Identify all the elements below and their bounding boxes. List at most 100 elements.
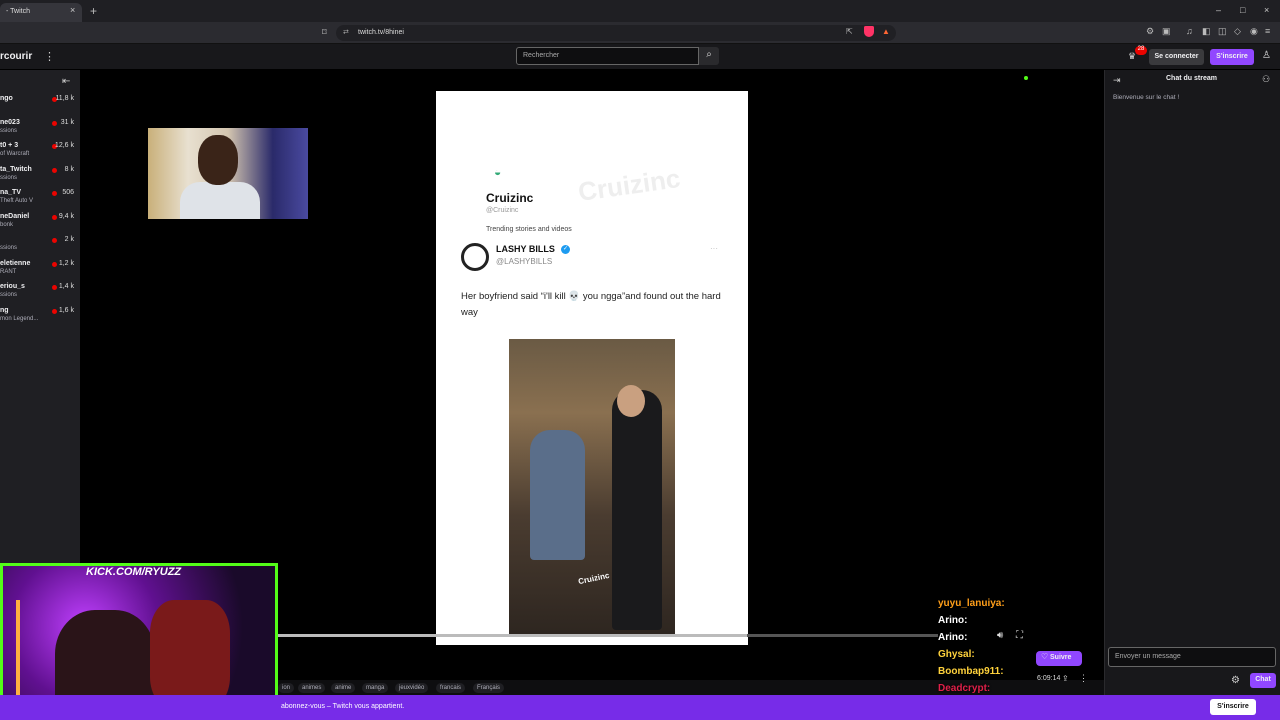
collapse-chat-icon[interactable]: ⇥ (1113, 75, 1121, 86)
channel-name: eriou_s (0, 283, 25, 290)
viewer-count: 1,2 k (58, 259, 74, 267)
search-input[interactable]: Rechercher (516, 47, 699, 65)
overlay-chat-message: Arino: (938, 632, 968, 643)
minimize-icon[interactable]: – (1216, 5, 1221, 15)
overlay-chat-message: Arino: (938, 615, 968, 626)
tweet-video (612, 390, 662, 630)
sidebar-channel[interactable]: ng mon Legend... 1,6 k (0, 307, 80, 330)
sidebar-channel[interactable]: ne023 ssions 31 k (0, 119, 80, 142)
follow-label: Suivre (1050, 654, 1072, 661)
viewer-count: 1,6 k (58, 306, 74, 314)
streamer-webcam (180, 182, 260, 219)
share-icon[interactable]: ⇪ (1062, 674, 1069, 683)
sidebar-channel[interactable]: t0 + 3 of Warcraft 12,6 k (0, 142, 80, 165)
live-dot (52, 120, 57, 126)
channel-name: eletienne (0, 259, 31, 267)
new-tab-icon[interactable]: + (90, 4, 97, 18)
tweet-author-avatar (461, 243, 489, 271)
search-icon[interactable]: ⌕ (699, 47, 719, 65)
channel-name: ne023 (0, 118, 20, 126)
more-options-icon[interactable]: ⋮ (1079, 673, 1088, 684)
live-dot (52, 261, 57, 267)
live-indicator (1024, 76, 1028, 80)
channel-category: mon Legend... (0, 315, 39, 322)
extension-icon[interactable]: ◇ (1234, 26, 1241, 37)
tweet-video (617, 385, 645, 417)
channel-category: ssions (0, 174, 18, 181)
browse-link[interactable]: rcourir (0, 51, 32, 62)
viewer-count: 11,8 k (55, 95, 74, 102)
tab-title: - Twitch (6, 8, 30, 15)
menu-icon[interactable]: ≡ (1265, 26, 1270, 36)
rewards-icon[interactable]: ▲ (882, 27, 890, 36)
sidebar-channel[interactable]: na_TV Theft Auto V 506 (0, 189, 80, 212)
extension-icon[interactable]: ◫ (1218, 26, 1227, 37)
stream-tag[interactable]: manga (362, 683, 389, 693)
overlay-chat-message: Ghysal: (938, 649, 975, 660)
chat-title: Chat du stream (1166, 75, 1217, 82)
viewer-count: 31 k (60, 118, 74, 126)
tweet-brand-name: Cruizinc (486, 191, 534, 205)
vpn-icon[interactable]: ◉ (1250, 26, 1258, 37)
sidebar-channel[interactable]: ngo 11,8 k (0, 95, 80, 118)
url-field[interactable]: twitch.tv/8hinei (336, 25, 896, 41)
volume-icon[interactable]: 🔊︎ (997, 630, 1003, 641)
seek-bar-progress (278, 634, 747, 637)
sidebar-channel[interactable]: eletienne RANT 1,2 k (0, 260, 80, 283)
tweet-more-icon: ··· (710, 244, 718, 253)
stream-tag[interactable]: anime (331, 683, 356, 693)
sidebar-channel[interactable]: ta_Twitch ssions 8 k (0, 166, 80, 189)
share-icon[interactable]: ⇱ (846, 27, 853, 36)
channel-name: t0 + 3 (0, 142, 19, 149)
verified-check-icon: ✓ (561, 245, 570, 254)
chat-input[interactable]: Envoyer un message (1108, 647, 1276, 667)
channel-name: na_TV (0, 189, 22, 196)
site-info-icon[interactable]: ⇄ (343, 28, 349, 36)
ufo-logo-icon: ◒ (494, 165, 502, 179)
stream-tag[interactable]: francais (436, 683, 466, 693)
more-options-icon[interactable]: ⋮ (44, 50, 55, 63)
chat-users-icon[interactable]: ⚇ (1262, 74, 1270, 85)
chat-settings-icon[interactable]: ⚙ (1231, 675, 1240, 686)
channel-category: ssions (0, 245, 18, 251)
stream-uptime: 6:09:14 (1037, 675, 1061, 682)
banner-signup-button[interactable]: S'inscrire (1210, 699, 1256, 715)
channel-category: RANT (0, 268, 17, 275)
live-dot (52, 308, 57, 314)
channel-category: ssions (0, 292, 18, 298)
stream-tag[interactable]: ion (278, 683, 295, 693)
channel-name: ta_Twitch (0, 165, 32, 173)
channel-name: ng (0, 306, 9, 314)
stream-tag[interactable]: jeuxvidéo (395, 683, 429, 693)
bookmark-icon[interactable]: ⌑ (322, 27, 327, 38)
close-window-icon[interactable]: × (1264, 5, 1269, 15)
sidebar-channel[interactable]: neDaniel bonk 9,4 k (0, 213, 80, 236)
tweet-tagline: Trending stories and videos (486, 226, 572, 233)
fullscreen-icon[interactable]: ⛶ (1016, 630, 1023, 641)
sidebar-channel[interactable]: eriou_s ssions 1,4 k (0, 283, 80, 306)
tweet-author-name: LASHY BILLS (496, 244, 555, 254)
collapse-sidebar-icon[interactable]: ⇤ (62, 76, 70, 87)
stream-tag[interactable]: animes (298, 683, 326, 693)
channel-category: ssions (0, 127, 18, 134)
login-button[interactable]: Se connecter (1149, 49, 1204, 65)
extension-icon[interactable]: ▣ (1162, 26, 1171, 37)
viewer-count: 2 k (64, 236, 74, 243)
sidebar-channel[interactable]: ssions 2 k (0, 236, 80, 259)
brave-shield-icon[interactable] (864, 26, 874, 37)
tab-close-icon[interactable]: × (70, 5, 75, 15)
user-menu-icon[interactable]: ♙ (1262, 50, 1271, 61)
media-icon[interactable]: ♫ (1186, 26, 1193, 36)
sidebar-toggle-icon[interactable]: ◧ (1202, 26, 1211, 37)
second-webcam (16, 600, 20, 700)
streamer-webcam (198, 135, 238, 185)
signup-banner (0, 695, 1280, 720)
stream-tag[interactable]: Français (473, 683, 505, 693)
live-dot (52, 285, 57, 290)
signup-button[interactable]: S'inscrire (1210, 49, 1254, 65)
kick-overlay-text: KICK.COM/RYUZZ (86, 566, 182, 578)
chat-send-button[interactable]: Chat (1250, 673, 1276, 688)
maximize-icon[interactable]: □ (1240, 5, 1245, 15)
channel-name: ngo (0, 95, 13, 102)
extension-icon[interactable]: ⚙ (1146, 26, 1154, 37)
